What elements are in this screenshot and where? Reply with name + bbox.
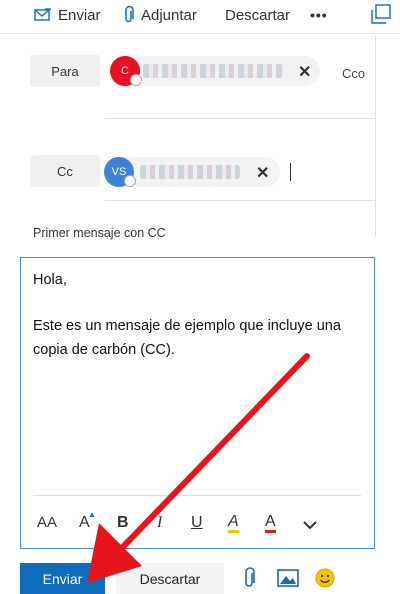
cc-button-label: Cc (57, 163, 73, 179)
text-cursor (290, 163, 291, 181)
command-bar: Enviar Adjuntar Descartar ••• (0, 0, 400, 34)
remove-to-recipient-icon[interactable]: ✕ (298, 62, 311, 82)
underline-icon[interactable]: U (191, 514, 203, 532)
grow-font-icon[interactable]: A ▲ (79, 510, 96, 532)
discard-button[interactable]: Descartar (116, 563, 224, 594)
send-button[interactable]: Enviar (20, 563, 105, 594)
redacted-recipient-name (140, 165, 240, 179)
italic-icon[interactable]: I (157, 514, 162, 532)
font-color-icon[interactable]: A (265, 514, 276, 533)
send-mail-icon (34, 8, 51, 21)
to-button[interactable]: Para (30, 55, 100, 87)
send-button-label: Enviar (42, 570, 83, 587)
remove-cc-recipient-icon[interactable]: ✕ (256, 163, 269, 183)
subject-field[interactable]: Primer mensaje con CC (33, 226, 166, 240)
to-recipient-initial: C (121, 65, 129, 77)
insert-picture-icon[interactable] (277, 568, 299, 588)
more-options-button[interactable]: ••• (310, 5, 328, 25)
paperclip-icon[interactable] (243, 567, 257, 589)
send-toolbar-button[interactable]: Enviar (34, 5, 101, 25)
cc-recipient-initials: VS (111, 166, 127, 178)
highlight-icon[interactable]: A (228, 514, 239, 533)
more-options-icon: ••• (310, 7, 328, 23)
header-right-border (375, 36, 376, 236)
bold-icon[interactable]: B (117, 514, 129, 532)
paperclip-icon (125, 6, 134, 23)
discard-toolbar-button[interactable]: Descartar (225, 5, 290, 25)
chevron-down-icon[interactable] (303, 520, 317, 530)
discard-button-label: Descartar (139, 570, 201, 587)
discard-toolbar-label: Descartar (225, 6, 291, 24)
presence-badge (124, 175, 136, 187)
cc-button[interactable]: Cc (30, 155, 100, 187)
format-toolbar-divider (33, 495, 361, 496)
to-button-label: Para (51, 63, 79, 79)
body-greeting: Hola, (33, 272, 67, 288)
bcc-link[interactable]: Cco (342, 66, 365, 81)
pop-out-icon[interactable] (371, 4, 391, 24)
body-line-2: copia de carbón (CC). (33, 342, 175, 358)
presence-badge (130, 74, 142, 86)
emoji-icon[interactable] (314, 567, 336, 589)
send-toolbar-label: Enviar (58, 6, 101, 24)
toolbar-divider (0, 33, 400, 34)
font-size-icon[interactable]: AA (37, 514, 57, 531)
attach-toolbar-label: Adjuntar (141, 6, 197, 24)
cc-field-underline (105, 200, 375, 201)
redacted-recipient-name (143, 64, 283, 78)
to-field-underline (105, 118, 375, 119)
body-line-1: Este es un mensaje de ejemplo que incluy… (33, 318, 341, 334)
message-body-editor[interactable]: Hola, Este es un mensaje de ejemplo que … (20, 257, 375, 549)
attach-toolbar-button[interactable]: Adjuntar (123, 5, 197, 25)
